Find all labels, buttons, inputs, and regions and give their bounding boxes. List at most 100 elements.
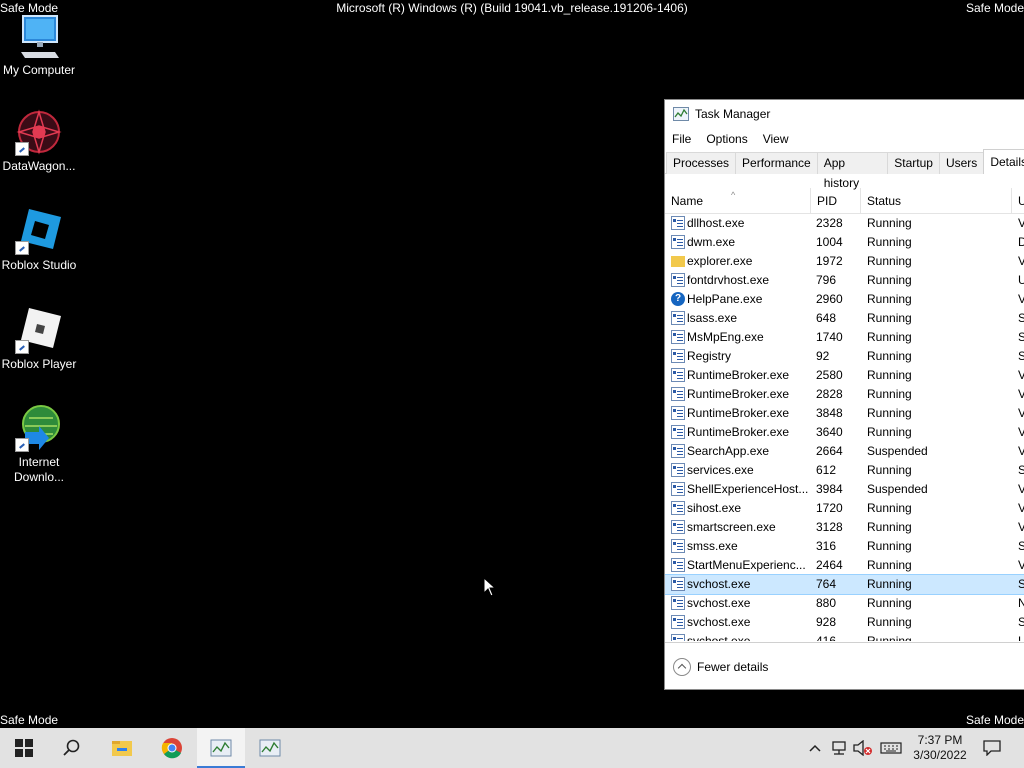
shortcut-arrow-icon xyxy=(15,438,29,452)
desktop-icon-roblox-studio[interactable]: Roblox Studio xyxy=(0,207,78,273)
table-row[interactable]: smss.exe 316 Running S xyxy=(665,537,1024,556)
desktop-icon-label: Roblox Studio xyxy=(1,258,77,272)
table-row[interactable]: svchost.exe 416 Running L xyxy=(665,632,1024,641)
process-status: Running xyxy=(867,292,912,306)
process-user: U xyxy=(1018,273,1024,287)
menu-options[interactable]: Options xyxy=(706,132,747,146)
details-table[interactable]: ^ Name PID Status U dllhost.exe 2328 Runni… xyxy=(665,188,1024,641)
clock[interactable]: 7:37 PM 3/30/2022 xyxy=(904,733,976,763)
table-row[interactable]: RuntimeBroker.exe 3848 Running V xyxy=(665,404,1024,423)
process-pid: 3984 xyxy=(816,482,843,496)
tab-details[interactable]: Details xyxy=(983,149,1024,174)
network-icon xyxy=(832,741,846,755)
table-row[interactable]: lsass.exe 648 Running S xyxy=(665,309,1024,328)
tab-app-history[interactable]: App history xyxy=(816,152,889,190)
table-row[interactable]: services.exe 612 Running S xyxy=(665,461,1024,480)
table-row[interactable]: RuntimeBroker.exe 2580 Running V xyxy=(665,366,1024,385)
process-name: HelpPane.exe xyxy=(687,292,763,306)
network-button[interactable] xyxy=(828,728,850,768)
desktop-icon-label: DataWagon... xyxy=(2,159,76,173)
tab-users[interactable]: Users xyxy=(938,152,985,174)
process-status: Running xyxy=(867,349,912,363)
action-center-button[interactable] xyxy=(978,728,1006,768)
process-user: S xyxy=(1018,539,1024,553)
title-bar[interactable]: Task Manager xyxy=(665,100,1024,128)
column-header-label: Name xyxy=(671,194,704,208)
footer: Fewer details xyxy=(665,642,1024,690)
table-row[interactable]: svchost.exe 928 Running S xyxy=(665,613,1024,632)
process-user: V xyxy=(1018,368,1024,382)
process-pid: 2328 xyxy=(816,216,843,230)
clock-date: 3/30/2022 xyxy=(913,748,967,762)
table-row[interactable]: RuntimeBroker.exe 2828 Running V xyxy=(665,385,1024,404)
process-pid: 1004 xyxy=(816,235,843,249)
chrome-button[interactable] xyxy=(148,728,196,768)
desktop[interactable]: Safe Mode Safe Mode Safe Mode Safe Mode … xyxy=(0,0,1024,768)
process-user: V xyxy=(1018,482,1024,496)
task-manager-window[interactable]: Task Manager File Options View Processes… xyxy=(664,99,1024,690)
process-pid: 92 xyxy=(816,349,830,363)
table-row[interactable]: dllhost.exe 2328 Running V xyxy=(665,214,1024,233)
column-header-user[interactable]: U xyxy=(1012,188,1024,214)
table-row[interactable]: StartMenuExperienc... 2464 Running V xyxy=(665,556,1024,575)
table-row[interactable]: MsMpEng.exe 1740 Running S xyxy=(665,328,1024,347)
process-user: D xyxy=(1018,235,1024,249)
process-user: S xyxy=(1018,349,1024,363)
process-name: RuntimeBroker.exe xyxy=(687,425,790,439)
process-status: Running xyxy=(867,235,912,249)
process-status: Running xyxy=(867,216,912,230)
process-icon xyxy=(671,368,685,382)
table-row[interactable]: ShellExperienceHost.... 3984 Suspended V xyxy=(665,480,1024,499)
table-row[interactable]: SearchApp.exe 2664 Suspended V xyxy=(665,442,1024,461)
fewer-details-link[interactable]: Fewer details xyxy=(697,660,768,674)
chevron-up-icon[interactable] xyxy=(673,657,691,676)
process-name: explorer.exe xyxy=(687,254,753,268)
column-header-status[interactable]: Status xyxy=(861,188,1012,214)
task-manager-taskbar-button[interactable] xyxy=(197,728,245,768)
process-user: S xyxy=(1018,311,1024,325)
table-row[interactable]: smartscreen.exe 3128 Running V xyxy=(665,518,1024,537)
process-icon xyxy=(671,520,685,534)
menu-view[interactable]: View xyxy=(763,132,789,146)
tab-performance[interactable]: Performance xyxy=(735,152,818,174)
task-manager-taskbar-button[interactable] xyxy=(246,728,294,768)
process-pid: 1720 xyxy=(816,501,843,515)
tab-startup[interactable]: Startup xyxy=(887,152,940,174)
tab-processes[interactable]: Processes xyxy=(666,152,737,174)
table-row[interactable]: dwm.exe 1004 Running D xyxy=(665,233,1024,252)
start-button[interactable] xyxy=(0,728,48,768)
table-row[interactable]: explorer.exe 1972 Running V xyxy=(665,252,1024,271)
process-status: Suspended xyxy=(867,444,928,458)
shortcut-arrow-icon xyxy=(15,142,29,156)
volume-muted-icon xyxy=(853,740,872,756)
show-hidden-icons-button[interactable] xyxy=(806,728,824,768)
process-icon xyxy=(671,406,685,420)
volume-button[interactable] xyxy=(852,728,874,768)
table-row[interactable]: Registry 92 Running S xyxy=(665,347,1024,366)
help-icon: ? xyxy=(671,292,685,306)
shortcut-arrow-icon xyxy=(15,241,29,255)
table-row[interactable]: svchost.exe 764 Running S xyxy=(665,574,1024,595)
desktop-icon-my-computer[interactable]: My Computer xyxy=(0,12,78,78)
build-label: Microsoft (R) Windows (R) (Build 19041.v… xyxy=(336,1,688,15)
process-status: Running xyxy=(867,558,912,572)
keyboard-button[interactable] xyxy=(878,728,904,768)
search-button[interactable] xyxy=(48,728,96,768)
column-header-name[interactable]: ^ Name xyxy=(665,188,811,214)
file-explorer-button[interactable] xyxy=(98,728,146,768)
process-icon xyxy=(671,349,685,363)
table-row[interactable]: sihost.exe 1720 Running V xyxy=(665,499,1024,518)
desktop-icon-roblox-player[interactable]: Roblox Player xyxy=(0,306,78,372)
desktop-icon-label: My Computer xyxy=(2,63,76,77)
column-header-pid[interactable]: PID xyxy=(811,188,861,214)
desktop-icon-internet-download[interactable]: Internet Downlo... xyxy=(0,404,78,485)
process-user: N xyxy=(1018,596,1024,610)
table-row[interactable]: fontdrvhost.exe 796 Running U xyxy=(665,271,1024,290)
process-name: svchost.exe xyxy=(687,596,751,610)
table-row[interactable]: RuntimeBroker.exe 3640 Running V xyxy=(665,423,1024,442)
process-status: Running xyxy=(867,596,912,610)
menu-file[interactable]: File xyxy=(672,132,691,146)
table-row[interactable]: svchost.exe 880 Running N xyxy=(665,594,1024,613)
desktop-icon-datawagon[interactable]: DataWagon... xyxy=(0,108,78,174)
table-row[interactable]: ? HelpPane.exe 2960 Running V xyxy=(665,290,1024,309)
